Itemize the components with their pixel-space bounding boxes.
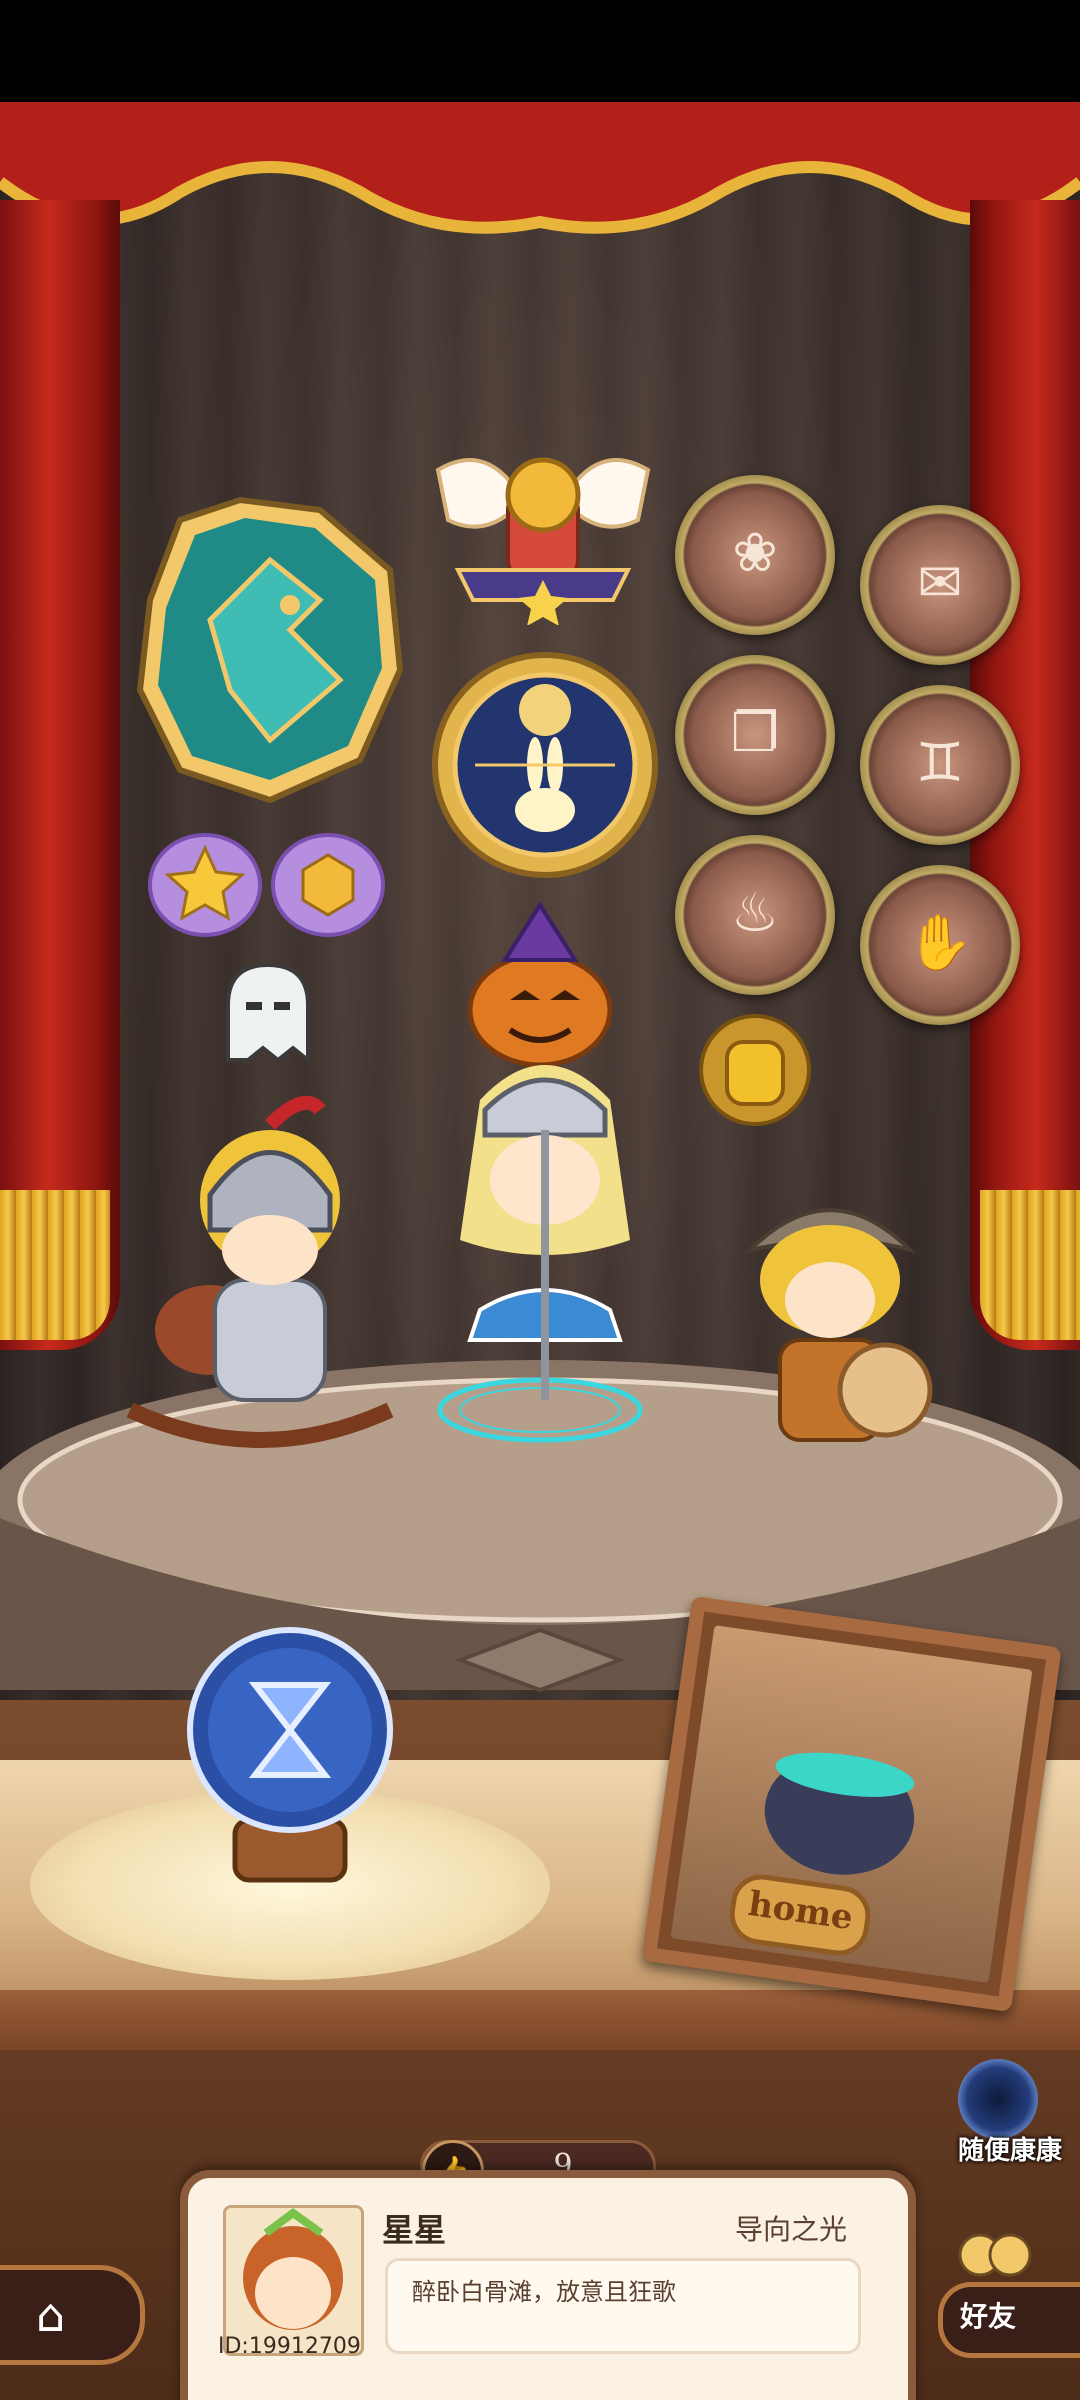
gem-cloud-badge[interactable] <box>268 830 388 940</box>
scroll-icon: ✉ <box>917 551 963 614</box>
thumbs-up-icon: ✋ <box>906 911 974 974</box>
lion-crest-badge[interactable] <box>120 480 420 810</box>
left-curtain-fringe <box>0 1190 110 1340</box>
player-title: 导向之光 <box>735 2213 848 2246</box>
star-cloud-badge[interactable] <box>145 830 265 940</box>
status-bar <box>0 0 1080 102</box>
crystal-ball-button[interactable] <box>180 1620 400 1900</box>
flower-icon: ❀ <box>732 521 778 584</box>
friends-icon <box>958 2233 1032 2277</box>
flower-medal[interactable]: ❀ <box>675 475 835 635</box>
friends-label[interactable]: 好友 <box>960 2295 1016 2335</box>
dwarf-warrior[interactable] <box>720 1140 960 1470</box>
ghost-badge[interactable] <box>208 950 328 1070</box>
house-icon: ⌂ <box>36 2288 66 2342</box>
curtain-valance <box>0 102 1080 234</box>
teapot-medal[interactable]: ♨ <box>675 835 835 995</box>
honey-jar-badge[interactable] <box>695 1010 815 1130</box>
user-id: ID:19912709 <box>218 2334 361 2359</box>
player-name: 星星 <box>382 2211 447 2249</box>
winged-crown-badge[interactable] <box>428 430 658 625</box>
player-motto: 醉卧白骨滩，放意且狂歌 <box>412 2278 676 2306</box>
random-visit-label[interactable]: 随便康康 <box>945 2130 1075 2167</box>
portal-icon <box>958 2059 1038 2139</box>
blonde-swordmaiden[interactable] <box>420 1040 670 1420</box>
scroll-medal[interactable]: ✉ <box>860 505 1020 665</box>
home-button[interactable]: ⌂ <box>0 2265 145 2365</box>
rabbit-moon-badge[interactable] <box>430 650 660 880</box>
right-curtain-fringe <box>980 1190 1080 1340</box>
twins-medal[interactable]: ♊ <box>860 685 1020 845</box>
twins-icon: ♊ <box>915 731 965 794</box>
game-screen: ❀ ✉ ❐ ♊ ♨ ✋ home 随便康康 9 ID:19912709 星星 导… <box>0 0 1080 2400</box>
book-medal[interactable]: ❐ <box>675 655 835 815</box>
left-curtain <box>0 200 120 1350</box>
knight-on-rocking-horse[interactable] <box>120 1080 400 1460</box>
thumbs-up-medal[interactable]: ✋ <box>860 865 1020 1025</box>
book-icon: ❐ <box>730 701 780 764</box>
teapot-icon: ♨ <box>730 881 780 944</box>
